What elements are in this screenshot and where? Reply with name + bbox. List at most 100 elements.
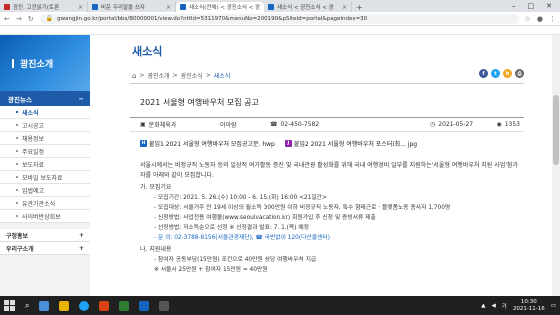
clock-icon: ◷ <box>430 121 436 128</box>
meta-views: ◉ 1353 <box>496 121 520 128</box>
url-field[interactable]: 🔒 gwangjin.go.kr/portal/bbs/B0000001/vie… <box>39 13 519 24</box>
sidebar-item-mobile-press[interactable]: 모바일 보도자료 <box>0 171 90 184</box>
bookmarks-bar <box>0 26 560 35</box>
home-icon[interactable]: ⌂ <box>132 72 136 80</box>
meta-date: ◷ 2021-05-27 <box>430 121 474 128</box>
sidebar-item-press[interactable]: 보도자료 <box>0 158 90 171</box>
clock[interactable]: 10:30 2021-11-16 <box>513 299 545 313</box>
list-item: - 신청방법: 사업전용 여행몰(www.seoulvacation.kr) 회… <box>154 215 376 221</box>
tab-label: 광진. 고전읽기(토론 <box>13 5 60 11</box>
meta-department: ▣ 문화체육과 <box>140 121 177 129</box>
breadcrumb-current: 새소식 <box>213 73 231 80</box>
sidebar-section-label: 구정홍보 <box>6 232 29 240</box>
tab-favicon-icon <box>92 4 98 10</box>
post-meta: ▣ 문화체육과 이아람 ☎ 02-450-7582 ◷ 2021-05-27 ◉… <box>130 117 524 132</box>
app-icon[interactable] <box>159 300 170 311</box>
meta-phone: ☎ 02-450-7582 <box>270 121 320 128</box>
attachment-link[interactable]: J 붙임2 2021 서울형 여행바우처 포스터(최... jpg <box>284 139 417 148</box>
close-icon[interactable]: × <box>342 4 347 11</box>
browser-tab-1[interactable]: 비운 우리말을 쓰자 × <box>88 2 176 12</box>
back-icon[interactable]: ← <box>4 15 10 23</box>
tab-favicon-icon <box>4 4 10 10</box>
list-item: - 문 의: 02-3788-8156(서울관광재단), ☎ 국번없이 120(… <box>154 235 331 241</box>
main-content: 새소식 ⌂ > 광진소개 > 광진소식 > 새소식 f t b ⎙ 2021 서… <box>130 35 530 296</box>
windows-start-icon[interactable] <box>4 300 15 311</box>
meta-author: 이아람 <box>220 122 237 129</box>
phone-icon: ☎ <box>270 121 278 128</box>
star-icon[interactable]: ☆ <box>525 15 531 23</box>
minimize-icon[interactable]: – <box>512 2 516 10</box>
task-view-icon[interactable] <box>39 300 50 311</box>
window-close-icon[interactable]: ✕ <box>546 2 552 10</box>
close-icon[interactable]: × <box>166 4 171 11</box>
breadcrumb: ⌂ > 광진소개 > 광진소식 > 새소식 <box>132 71 231 81</box>
sidebar-menu: 광진뉴스 − 새소식 고시공고 채용정보 주요일정 보도자료 모바일 보도자료 … <box>0 91 90 296</box>
sidebar-item-cyber[interactable]: 사이버반상회보 <box>0 210 90 223</box>
profile-icon[interactable]: ● <box>537 15 543 23</box>
hwp-file-icon: H <box>140 140 147 147</box>
powerpoint-icon[interactable] <box>99 300 110 311</box>
list-item: - 선정방법: 저소득순으로 선정 ※ 선정결과 발표: 7. 1.(목) 예정 <box>154 225 310 231</box>
scrollbar[interactable] <box>552 35 560 296</box>
system-tray: ▲ ◀ 가 10:30 2021-11-16 ▭ <box>481 299 556 313</box>
breadcrumb-item[interactable]: 광진소식 <box>181 71 203 80</box>
print-icon[interactable]: ⎙ <box>515 69 524 78</box>
sidebar-item-notices[interactable]: 고시공고 <box>0 119 90 132</box>
tab-label: 새소식 < 광진소식 < 광 <box>277 5 334 11</box>
ime-indicator[interactable]: 가 <box>502 302 507 310</box>
maximize-icon[interactable]: □ <box>528 2 535 10</box>
attachment-link[interactable]: H 붙임1 2021 서울형 여행바우처 모집공고문. hwp <box>140 139 275 148</box>
list-item: ※ 서울시 25만원 + 참여자 15만원 = 40만원 <box>154 267 268 273</box>
sidebar-category-label: 광진뉴스 <box>8 95 32 104</box>
sidebar-category[interactable]: 광진뉴스 − <box>0 91 90 106</box>
notification-icon[interactable]: ▭ <box>551 303 556 309</box>
sidebar-item-jobs[interactable]: 채용정보 <box>0 132 90 145</box>
share-buttons: f t b ⎙ <box>479 69 524 78</box>
browser-tab-3[interactable]: 새소식 < 광진소식 < 광 × <box>264 2 352 12</box>
tab-bar: 광진. 고전읽기(토론 × 비운 우리말을 쓰자 × 새소식(전체) < 광진소… <box>0 0 560 12</box>
scrollbar-thumb[interactable] <box>553 95 559 165</box>
sidebar-item-legislation[interactable]: 입법예고 <box>0 184 90 197</box>
url-text: gwangjin.go.kr/portal/bbs/B0000001/view.… <box>57 15 368 22</box>
expand-icon: + <box>78 244 84 252</box>
tab-favicon-icon <box>180 4 186 10</box>
sidebar: 광진소개 광진뉴스 − 새소식 고시공고 채용정보 주요일정 보도자료 모바일 … <box>0 35 90 296</box>
expand-icon: + <box>78 231 84 239</box>
facebook-icon[interactable]: f <box>479 69 488 78</box>
sidebar-item-schedule[interactable]: 주요일정 <box>0 145 90 158</box>
sidebar-section-about[interactable]: 우리구소개 + <box>0 242 90 255</box>
word-icon[interactable] <box>139 300 150 311</box>
twitter-icon[interactable]: t <box>491 69 500 78</box>
taskbar: ⌕ ▲ ◀ 가 10:30 2021-11-16 ▭ <box>0 296 560 315</box>
menu-icon[interactable]: ⋮ <box>549 15 556 23</box>
breadcrumb-item[interactable]: 광진소개 <box>147 71 169 80</box>
close-icon[interactable]: × <box>78 4 83 11</box>
app-icon[interactable] <box>119 300 130 311</box>
chrome-icon[interactable] <box>79 300 90 311</box>
sidebar-item-news[interactable]: 새소식 <box>0 106 90 119</box>
tab-label: 비운 우리말을 쓰자 <box>101 5 145 11</box>
new-tab-button[interactable]: + <box>352 3 367 12</box>
list-item: - 모집대상: 서울거주 만 19세 이상의 월소득 300만원 이하 비정규직… <box>154 205 451 211</box>
file-explorer-icon[interactable] <box>59 300 70 311</box>
post-body: 서울시에서는 비정규직 노동자 등의 일상적 여가활동 증진 및 국내관광 활성… <box>140 161 520 275</box>
sidebar-title: 광진소개 <box>20 59 54 70</box>
section-heading: 가. 모집기요 <box>140 184 172 191</box>
sidebar-header: 광진소개 <box>0 35 90 91</box>
sidebar-item-agencies[interactable]: 유관기관소식 <box>0 197 90 210</box>
attachments: H 붙임1 2021 서울형 여행바우처 모집공고문. hwp J 붙임2 20… <box>140 139 417 148</box>
window-controls: – □ ✕ <box>512 0 560 12</box>
forward-icon[interactable]: → <box>16 15 22 23</box>
divider <box>130 83 524 84</box>
reload-icon[interactable]: ↻ <box>28 15 34 23</box>
network-icon[interactable]: ▲ <box>481 303 485 309</box>
browser-tab-0[interactable]: 광진. 고전읽기(토론 × <box>0 2 88 12</box>
browser-tab-2[interactable]: 새소식(전체) < 광진소식 < 광 × <box>176 2 264 12</box>
blog-icon[interactable]: b <box>503 69 512 78</box>
volume-icon[interactable]: ◀ <box>492 303 496 309</box>
sidebar-section-promo[interactable]: 구정홍보 + <box>0 229 90 242</box>
building-icon: ▣ <box>140 121 146 128</box>
web-page: 광진소개 광진뉴스 − 새소식 고시공고 채용정보 주요일정 보도자료 모바일 … <box>0 35 560 296</box>
search-icon[interactable]: ⌕ <box>25 301 29 311</box>
section-heading: 나. 지원내용 <box>140 246 172 253</box>
